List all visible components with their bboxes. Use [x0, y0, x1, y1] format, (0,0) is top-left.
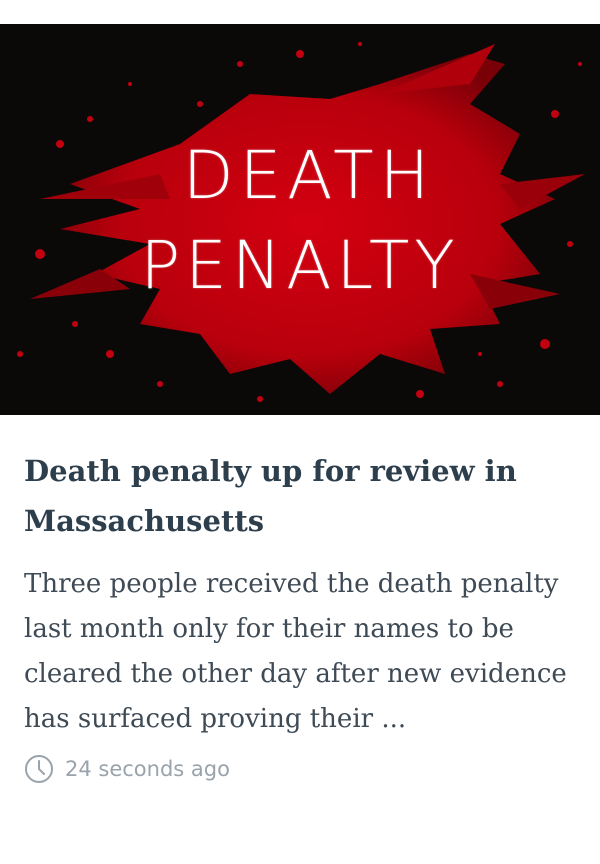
- article-content: Death penalty up for review in Massachus…: [24, 446, 576, 784]
- article-image[interactable]: DEATH PENALTY: [0, 24, 600, 415]
- clock-icon: [24, 754, 54, 784]
- red-splash-graphic: [0, 24, 600, 415]
- article-summary: Three people received the death penalty …: [24, 569, 567, 734]
- image-text-line2: PENALTY: [140, 227, 460, 304]
- image-text-line1: DEATH: [182, 137, 436, 214]
- article-timestamp: 24 seconds ago: [65, 757, 230, 781]
- article-card[interactable]: DEATH PENALTY Death penalty up for revie…: [0, 0, 600, 864]
- article-meta: 24 seconds ago: [24, 754, 576, 784]
- article-headline[interactable]: Death penalty up for review in Massachus…: [24, 446, 576, 546]
